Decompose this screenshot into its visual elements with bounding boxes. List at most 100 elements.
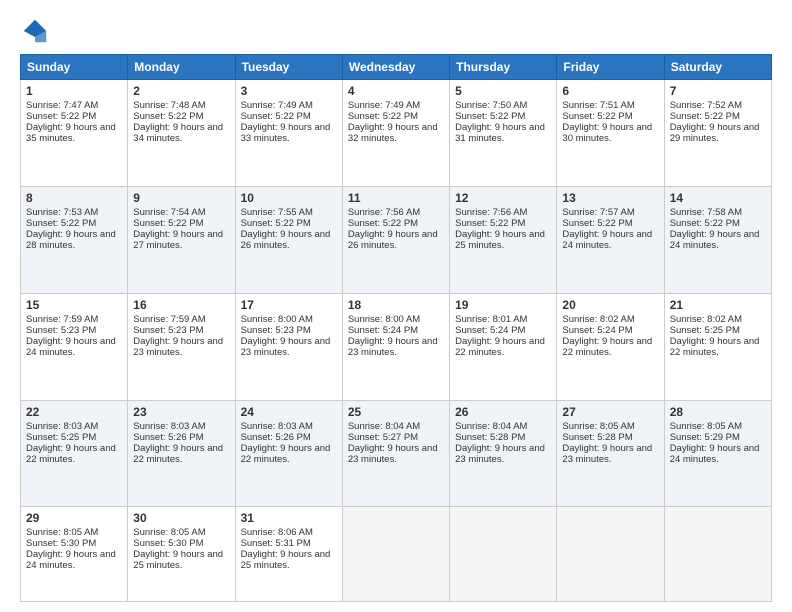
sunrise-text: Sunrise: 7:48 AM: [133, 100, 229, 111]
daylight-text: Daylight: 9 hours and 30 minutes.: [562, 122, 658, 144]
week-row-2: 8Sunrise: 7:53 AMSunset: 5:22 PMDaylight…: [21, 186, 772, 293]
calendar-cell: 10Sunrise: 7:55 AMSunset: 5:22 PMDayligh…: [235, 186, 342, 293]
daylight-text: Daylight: 9 hours and 33 minutes.: [241, 122, 337, 144]
calendar-cell: [450, 507, 557, 602]
day-number: 8: [26, 191, 122, 205]
sunset-text: Sunset: 5:23 PM: [26, 325, 122, 336]
daylight-text: Daylight: 9 hours and 23 minutes.: [455, 443, 551, 465]
calendar-cell: [664, 507, 771, 602]
day-number: 10: [241, 191, 337, 205]
sunrise-text: Sunrise: 7:59 AM: [133, 314, 229, 325]
sunset-text: Sunset: 5:29 PM: [670, 432, 766, 443]
daylight-text: Daylight: 9 hours and 28 minutes.: [26, 229, 122, 251]
sunrise-text: Sunrise: 8:04 AM: [348, 421, 444, 432]
day-number: 7: [670, 84, 766, 98]
daylight-text: Daylight: 9 hours and 26 minutes.: [241, 229, 337, 251]
sunset-text: Sunset: 5:22 PM: [133, 218, 229, 229]
sunset-text: Sunset: 5:22 PM: [26, 111, 122, 122]
day-number: 17: [241, 298, 337, 312]
calendar-cell: [342, 507, 449, 602]
daylight-text: Daylight: 9 hours and 24 minutes.: [26, 549, 122, 571]
day-number: 13: [562, 191, 658, 205]
sunset-text: Sunset: 5:22 PM: [133, 111, 229, 122]
sunrise-text: Sunrise: 7:54 AM: [133, 207, 229, 218]
calendar-cell: 29Sunrise: 8:05 AMSunset: 5:30 PMDayligh…: [21, 507, 128, 602]
sunrise-text: Sunrise: 7:51 AM: [562, 100, 658, 111]
sunrise-text: Sunrise: 7:53 AM: [26, 207, 122, 218]
calendar-cell: 6Sunrise: 7:51 AMSunset: 5:22 PMDaylight…: [557, 80, 664, 187]
sunrise-text: Sunrise: 7:59 AM: [26, 314, 122, 325]
calendar-page: SundayMondayTuesdayWednesdayThursdayFrid…: [0, 0, 792, 612]
sunrise-text: Sunrise: 8:03 AM: [241, 421, 337, 432]
header-tuesday: Tuesday: [235, 55, 342, 80]
daylight-text: Daylight: 9 hours and 22 minutes.: [241, 443, 337, 465]
header-saturday: Saturday: [664, 55, 771, 80]
calendar-cell: 27Sunrise: 8:05 AMSunset: 5:28 PMDayligh…: [557, 400, 664, 507]
sunset-text: Sunset: 5:28 PM: [455, 432, 551, 443]
sunset-text: Sunset: 5:22 PM: [562, 218, 658, 229]
calendar-cell: 15Sunrise: 7:59 AMSunset: 5:23 PMDayligh…: [21, 293, 128, 400]
day-number: 1: [26, 84, 122, 98]
day-number: 25: [348, 405, 444, 419]
daylight-text: Daylight: 9 hours and 32 minutes.: [348, 122, 444, 144]
day-number: 16: [133, 298, 229, 312]
day-number: 9: [133, 191, 229, 205]
calendar-cell: 21Sunrise: 8:02 AMSunset: 5:25 PMDayligh…: [664, 293, 771, 400]
calendar-cell: 1Sunrise: 7:47 AMSunset: 5:22 PMDaylight…: [21, 80, 128, 187]
header-monday: Monday: [128, 55, 235, 80]
header-wednesday: Wednesday: [342, 55, 449, 80]
sunset-text: Sunset: 5:22 PM: [670, 218, 766, 229]
daylight-text: Daylight: 9 hours and 22 minutes.: [133, 443, 229, 465]
calendar-cell: 31Sunrise: 8:06 AMSunset: 5:31 PMDayligh…: [235, 507, 342, 602]
day-number: 28: [670, 405, 766, 419]
day-number: 5: [455, 84, 551, 98]
sunset-text: Sunset: 5:22 PM: [455, 111, 551, 122]
daylight-text: Daylight: 9 hours and 25 minutes.: [455, 229, 551, 251]
daylight-text: Daylight: 9 hours and 24 minutes.: [670, 443, 766, 465]
header-thursday: Thursday: [450, 55, 557, 80]
sunrise-text: Sunrise: 7:47 AM: [26, 100, 122, 111]
sunset-text: Sunset: 5:25 PM: [670, 325, 766, 336]
calendar-cell: 4Sunrise: 7:49 AMSunset: 5:22 PMDaylight…: [342, 80, 449, 187]
daylight-text: Daylight: 9 hours and 34 minutes.: [133, 122, 229, 144]
sunrise-text: Sunrise: 7:49 AM: [348, 100, 444, 111]
calendar-cell: [557, 507, 664, 602]
page-header: [20, 16, 772, 46]
sunset-text: Sunset: 5:26 PM: [133, 432, 229, 443]
calendar-cell: 9Sunrise: 7:54 AMSunset: 5:22 PMDaylight…: [128, 186, 235, 293]
week-row-3: 15Sunrise: 7:59 AMSunset: 5:23 PMDayligh…: [21, 293, 772, 400]
day-number: 15: [26, 298, 122, 312]
day-number: 26: [455, 405, 551, 419]
daylight-text: Daylight: 9 hours and 22 minutes.: [670, 336, 766, 358]
sunset-text: Sunset: 5:28 PM: [562, 432, 658, 443]
calendar-cell: 25Sunrise: 8:04 AMSunset: 5:27 PMDayligh…: [342, 400, 449, 507]
calendar-cell: 18Sunrise: 8:00 AMSunset: 5:24 PMDayligh…: [342, 293, 449, 400]
calendar-table: SundayMondayTuesdayWednesdayThursdayFrid…: [20, 54, 772, 602]
daylight-text: Daylight: 9 hours and 23 minutes.: [133, 336, 229, 358]
calendar-cell: 3Sunrise: 7:49 AMSunset: 5:22 PMDaylight…: [235, 80, 342, 187]
day-number: 29: [26, 511, 122, 525]
day-number: 19: [455, 298, 551, 312]
header-sunday: Sunday: [21, 55, 128, 80]
sunset-text: Sunset: 5:27 PM: [348, 432, 444, 443]
sunset-text: Sunset: 5:22 PM: [670, 111, 766, 122]
day-number: 23: [133, 405, 229, 419]
sunrise-text: Sunrise: 7:50 AM: [455, 100, 551, 111]
daylight-text: Daylight: 9 hours and 23 minutes.: [348, 336, 444, 358]
daylight-text: Daylight: 9 hours and 26 minutes.: [348, 229, 444, 251]
sunset-text: Sunset: 5:25 PM: [26, 432, 122, 443]
sunset-text: Sunset: 5:22 PM: [455, 218, 551, 229]
week-row-1: 1Sunrise: 7:47 AMSunset: 5:22 PMDaylight…: [21, 80, 772, 187]
header-row: SundayMondayTuesdayWednesdayThursdayFrid…: [21, 55, 772, 80]
sunrise-text: Sunrise: 8:02 AM: [670, 314, 766, 325]
header-friday: Friday: [557, 55, 664, 80]
sunrise-text: Sunrise: 8:02 AM: [562, 314, 658, 325]
day-number: 30: [133, 511, 229, 525]
sunrise-text: Sunrise: 7:56 AM: [348, 207, 444, 218]
daylight-text: Daylight: 9 hours and 25 minutes.: [133, 549, 229, 571]
daylight-text: Daylight: 9 hours and 29 minutes.: [670, 122, 766, 144]
calendar-cell: 20Sunrise: 8:02 AMSunset: 5:24 PMDayligh…: [557, 293, 664, 400]
sunset-text: Sunset: 5:24 PM: [455, 325, 551, 336]
day-number: 2: [133, 84, 229, 98]
calendar-cell: 30Sunrise: 8:05 AMSunset: 5:30 PMDayligh…: [128, 507, 235, 602]
